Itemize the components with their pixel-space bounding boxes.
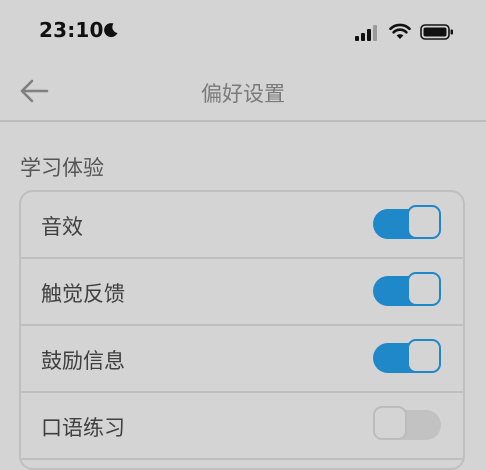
setting-label: 鼓励信息 xyxy=(41,349,125,373)
setting-row-encouragement[interactable]: 鼓励信息 xyxy=(21,326,463,393)
sound-effects-toggle[interactable] xyxy=(373,205,445,241)
wifi-icon xyxy=(389,23,411,39)
setting-label: 口语练习 xyxy=(41,416,125,440)
haptic-feedback-toggle[interactable] xyxy=(373,272,445,308)
battery-icon xyxy=(420,24,453,40)
toggle-knob xyxy=(373,406,407,440)
setting-label: 触觉反馈 xyxy=(41,282,125,306)
status-bar: 23:10 xyxy=(0,0,486,64)
encouragement-toggle[interactable] xyxy=(373,339,445,375)
toggle-knob xyxy=(407,205,441,239)
moon-icon xyxy=(104,23,118,38)
toggle-knob xyxy=(407,272,441,306)
cellular-signal-icon xyxy=(355,25,377,41)
page-title: 偏好设置 xyxy=(201,82,285,106)
settings-card: 音效 触觉反馈 鼓励信息 口语练习 xyxy=(19,190,465,470)
navigation-bar: 偏好设置 xyxy=(0,64,486,122)
setting-row-sound-effects[interactable]: 音效 xyxy=(21,192,463,259)
status-time: 23:10 xyxy=(39,18,104,42)
toggle-knob xyxy=(407,339,441,373)
setting-row-haptic-feedback[interactable]: 触觉反馈 xyxy=(21,259,463,326)
speaking-practice-toggle[interactable] xyxy=(373,406,445,442)
section-title: 学习体验 xyxy=(20,156,104,180)
setting-label: 音效 xyxy=(41,215,83,239)
setting-row-speaking-practice[interactable]: 口语练习 xyxy=(21,393,463,460)
